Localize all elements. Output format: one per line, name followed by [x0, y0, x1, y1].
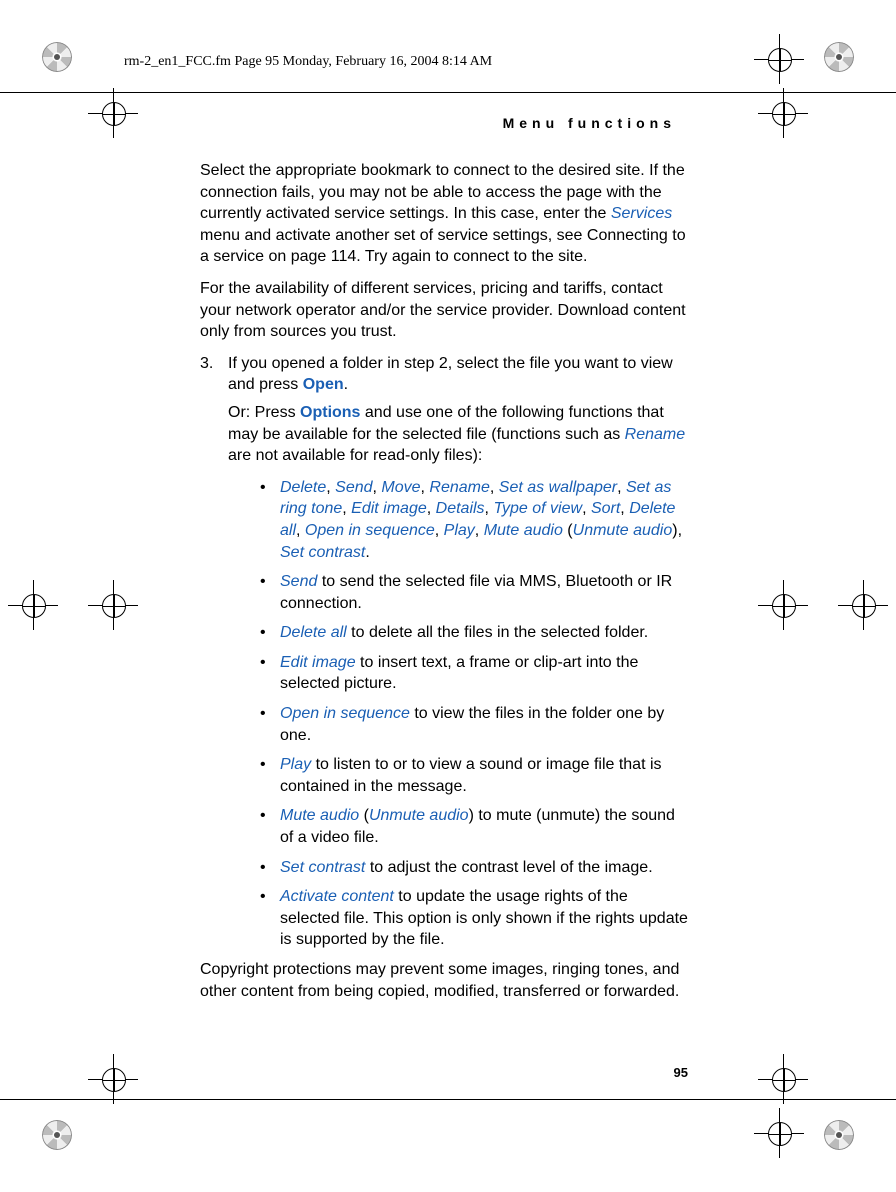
sep: ,: [435, 522, 444, 539]
list-item: Send to send the selected file via MMS, …: [260, 571, 690, 614]
term: Move: [381, 479, 420, 496]
list-item: Delete all to delete all the files in th…: [260, 622, 690, 644]
sep: (: [563, 522, 573, 539]
term: Delete: [280, 479, 326, 496]
crosshair-icon: [758, 580, 808, 630]
sep: ,: [326, 479, 335, 496]
crosshair-icon: [754, 34, 804, 84]
term: Unmute audio: [573, 522, 673, 539]
list-item: Activate content to update the usage rig…: [260, 886, 690, 951]
term: Send: [335, 479, 372, 496]
paragraph: For the availability of different servic…: [200, 278, 690, 343]
term: Play: [280, 756, 311, 773]
term: Send: [280, 573, 317, 590]
list-item: Set contrast to adjust the contrast leve…: [260, 857, 690, 879]
list-item: Edit image to insert text, a frame or cl…: [260, 652, 690, 695]
term: Sort: [591, 500, 620, 517]
crosshair-icon: [88, 1054, 138, 1104]
term: Mute audio: [484, 522, 563, 539]
crosshair-icon: [88, 580, 138, 630]
paragraph: Select the appropriate bookmark to conne…: [200, 160, 690, 268]
body-text: If you opened a folder in step 2, select…: [228, 355, 673, 394]
crosshair-icon: [758, 1054, 808, 1104]
page-number: 95: [674, 1065, 688, 1080]
list-item: Delete, Send, Move, Rename, Set as wallp…: [260, 477, 690, 563]
list-item: Play to listen to or to view a sound or …: [260, 754, 690, 797]
sep: ),: [672, 522, 682, 539]
sep: ,: [617, 479, 626, 496]
body-text: to send the selected file via MMS, Bluet…: [280, 573, 672, 612]
sep: ,: [582, 500, 591, 517]
body-text: .: [344, 376, 348, 393]
term: Play: [444, 522, 475, 539]
page-content: Select the appropriate bookmark to conne…: [200, 160, 690, 1012]
term: Rename: [429, 479, 489, 496]
crosshair-icon: [8, 580, 58, 630]
crosshair-icon: [758, 88, 808, 138]
term: Edit image: [280, 654, 356, 671]
paragraph: Copyright protections may prevent some i…: [200, 959, 690, 1002]
body-text: Or: Press: [228, 404, 300, 421]
sep: ,: [620, 500, 629, 517]
body-text: to listen to or to view a sound or image…: [280, 756, 662, 795]
term: Mute audio: [280, 807, 359, 824]
term: Unmute audio: [369, 807, 469, 824]
crosshair-icon: [88, 88, 138, 138]
term: Open in sequence: [280, 705, 410, 722]
action-options: Options: [300, 404, 360, 421]
sep: ,: [427, 500, 436, 517]
register-mark-icon: [42, 42, 72, 72]
term: Set contrast: [280, 544, 365, 561]
body-text: to adjust the contrast level of the imag…: [365, 859, 652, 876]
body-text: to delete all the files in the selected …: [347, 624, 649, 641]
list-item: Mute audio (Unmute audio) to mute (unmut…: [260, 805, 690, 848]
action-open: Open: [303, 376, 344, 393]
link-services: Services: [611, 205, 672, 222]
sep: ,: [296, 522, 305, 539]
term-rename: Rename: [625, 426, 685, 443]
crosshair-icon: [754, 1108, 804, 1158]
sep: .: [365, 544, 369, 561]
options-list: Delete, Send, Move, Rename, Set as wallp…: [234, 477, 690, 951]
list-item: Open in sequence to view the files in th…: [260, 703, 690, 746]
step-3: 3. If you opened a folder in step 2, sel…: [200, 353, 690, 396]
term: Set as wallpaper: [499, 479, 617, 496]
sep: ,: [490, 479, 499, 496]
crosshair-icon: [838, 580, 888, 630]
term: Edit image: [351, 500, 427, 517]
term: Details: [436, 500, 485, 517]
term: Open in sequence: [305, 522, 435, 539]
register-mark-icon: [42, 1120, 72, 1150]
term: Set contrast: [280, 859, 365, 876]
term: Delete all: [280, 624, 347, 641]
body-text: are not available for read-only files):: [228, 447, 482, 464]
register-mark-icon: [824, 42, 854, 72]
term: Type of view: [493, 500, 582, 517]
body-text: menu and activate another set of service…: [200, 227, 686, 266]
section-header: Menu functions: [503, 115, 676, 131]
sep: ,: [475, 522, 484, 539]
step-number: 3.: [200, 353, 220, 396]
term: Activate content: [280, 888, 394, 905]
sep: (: [359, 807, 369, 824]
register-mark-icon: [824, 1120, 854, 1150]
file-header: rm-2_en1_FCC.fm Page 95 Monday, February…: [124, 54, 492, 70]
sep: ,: [342, 500, 351, 517]
paragraph: Or: Press Options and use one of the fol…: [228, 402, 690, 467]
